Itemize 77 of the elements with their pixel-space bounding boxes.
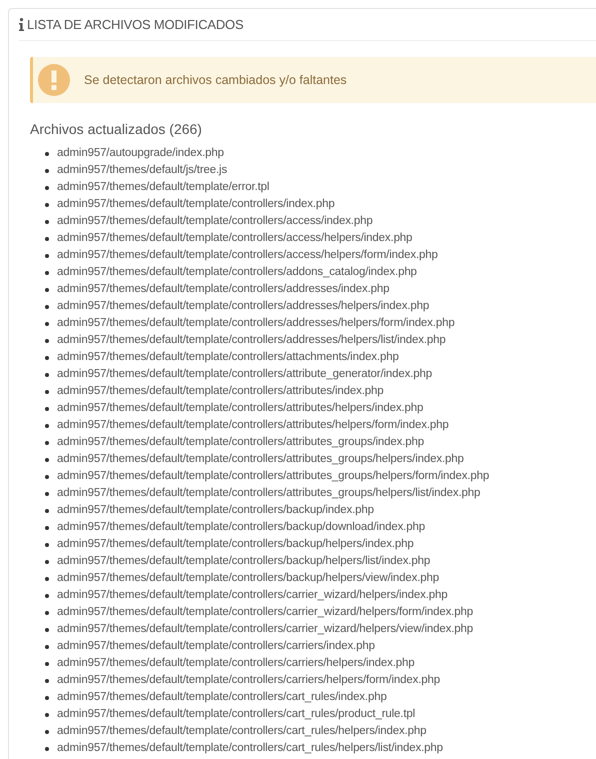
file-path: admin957/themes/default/template/controllers/addresses/helpers/list/index.php bbox=[57, 332, 446, 348]
file-path: admin957/themes/default/template/controllers/attributes/helpers/index.php bbox=[57, 400, 424, 416]
file-path: admin957/themes/default/template/controllers/addons_catalog/index.php bbox=[57, 264, 417, 280]
bullet-icon bbox=[45, 492, 49, 496]
bullet-icon bbox=[45, 304, 49, 308]
bullet-icon bbox=[45, 576, 49, 580]
file-path: admin957/themes/default/template/controllers/attributes/helpers/form/index.php bbox=[57, 418, 449, 433]
info-icon bbox=[19, 18, 24, 31]
file-path: admin957/themes/default/template/controllers/carriers/index.php bbox=[57, 638, 375, 654]
file-path: admin957/themes/default/template/controllers/attributes/index.php bbox=[57, 384, 384, 399]
bullet-icon bbox=[45, 406, 49, 410]
panel-title: LISTA DE ARCHIVOS MODIFICADOS bbox=[27, 16, 244, 34]
file-path: admin957/themes/default/template/controllers/addresses/index.php bbox=[57, 282, 390, 297]
file-path: admin957/themes/default/template/controllers/carrier_wizard/helpers/index.php bbox=[57, 588, 448, 603]
bullet-icon bbox=[45, 644, 49, 648]
file-path: admin957/themes/default/template/controllers/carriers/helpers/index.php bbox=[57, 656, 415, 671]
bullet-icon bbox=[45, 372, 49, 376]
file-path: admin957/themes/default/js/tree.js bbox=[57, 162, 228, 178]
file-path: admin957/themes/default/template/error.tpl bbox=[57, 180, 270, 195]
exclamation-icon bbox=[38, 64, 70, 96]
file-path: admin957/themes/default/template/controllers/carrier_wizard/helpers/form/index.php bbox=[57, 604, 473, 620]
alert-message: Se detectaron archivos cambiados y/o faltantes bbox=[84, 72, 347, 89]
bullet-icon bbox=[45, 542, 49, 546]
bullet-icon bbox=[45, 696, 49, 700]
bullet-icon bbox=[45, 730, 49, 734]
bullet-icon bbox=[45, 746, 49, 750]
bullet-icon bbox=[45, 662, 49, 666]
file-path: admin957/themes/default/template/controllers/cart_rules/helpers/list/index.php bbox=[57, 740, 443, 756]
bullet-icon bbox=[45, 186, 49, 190]
file-path: admin957/themes/default/template/controllers/addresses/helpers/index.php bbox=[57, 298, 430, 314]
bullet-icon bbox=[45, 220, 49, 224]
bullet-icon bbox=[45, 202, 49, 206]
bullet-icon bbox=[45, 270, 49, 274]
bullet-icon bbox=[45, 508, 49, 512]
file-path: admin957/themes/default/template/controllers/cart_rules/helpers/index.php bbox=[57, 724, 426, 739]
bullet-icon bbox=[45, 594, 49, 598]
file-path: admin957/themes/default/template/controllers/access/helpers/index.php bbox=[57, 230, 412, 246]
bullet-icon bbox=[45, 288, 49, 292]
bullet-icon bbox=[45, 390, 49, 394]
file-path: admin957/themes/default/template/controllers/access/index.php bbox=[57, 214, 373, 229]
file-path: admin957/themes/default/template/controllers/backup/download/index.php bbox=[57, 520, 425, 535]
file-path: admin957/themes/default/template/controllers/backup/helpers/view/index.php bbox=[57, 570, 440, 586]
file-path: admin957/themes/default/template/controllers/attachments/index.php bbox=[57, 350, 399, 365]
bullet-icon bbox=[45, 356, 49, 360]
file-path: admin957/themes/default/template/controllers/cart_rules/product_rule.tpl bbox=[57, 706, 416, 722]
bullet-icon bbox=[45, 712, 49, 716]
file-path: admin957/themes/default/template/controllers/attributes_groups/helpers/list/index.php bbox=[57, 486, 480, 501]
file-path: admin957/themes/default/template/controllers/addresses/helpers/form/index.php bbox=[57, 316, 455, 331]
bullet-icon bbox=[45, 322, 49, 326]
file-path: admin957/autoupgrade/index.php bbox=[57, 146, 224, 161]
file-path: admin957/themes/default/template/controllers/access/helpers/form/index.php bbox=[57, 248, 438, 263]
bullet-icon bbox=[45, 610, 49, 614]
bullet-icon bbox=[45, 236, 49, 240]
bullet-icon bbox=[45, 560, 49, 564]
bullet-icon bbox=[45, 526, 49, 530]
bullet-icon bbox=[45, 474, 49, 478]
file-path: admin957/themes/default/template/controllers/carrier_wizard/helpers/view/index.php bbox=[57, 622, 473, 637]
bullet-icon bbox=[45, 458, 49, 462]
bullet-icon bbox=[45, 440, 49, 444]
file-path: admin957/themes/default/template/controllers/index.php bbox=[57, 196, 335, 212]
file-path: admin957/themes/default/template/controllers/backup/helpers/list/index.php bbox=[57, 554, 430, 569]
file-path: admin957/themes/default/template/controllers/carriers/helpers/form/index.php bbox=[57, 672, 440, 688]
file-path: admin957/themes/default/template/controllers/attributes_groups/helpers/index.php bbox=[57, 452, 464, 467]
file-path: admin957/themes/default/template/controllers/cart_rules/index.php bbox=[57, 690, 387, 705]
bullet-icon bbox=[45, 254, 49, 258]
bullet-icon bbox=[45, 628, 49, 632]
file-path: admin957/themes/default/template/controllers/backup/helpers/index.php bbox=[57, 536, 414, 552]
file-path: admin957/themes/default/template/controllers/attribute_generator/index.php bbox=[57, 366, 432, 382]
file-path: admin957/themes/default/template/controllers/attributes_groups/index.php bbox=[57, 434, 424, 450]
bullet-icon bbox=[45, 424, 49, 428]
bullet-icon bbox=[45, 338, 49, 342]
bullet-icon bbox=[45, 168, 49, 172]
bullet-icon bbox=[45, 152, 49, 156]
file-path: admin957/themes/default/template/controllers/backup/index.php bbox=[57, 502, 374, 518]
bullet-icon bbox=[45, 678, 49, 682]
section-heading: Archivos actualizados (266) bbox=[30, 120, 203, 139]
file-path: admin957/themes/default/template/controllers/attributes_groups/helpers/form/index.php bbox=[57, 468, 490, 484]
